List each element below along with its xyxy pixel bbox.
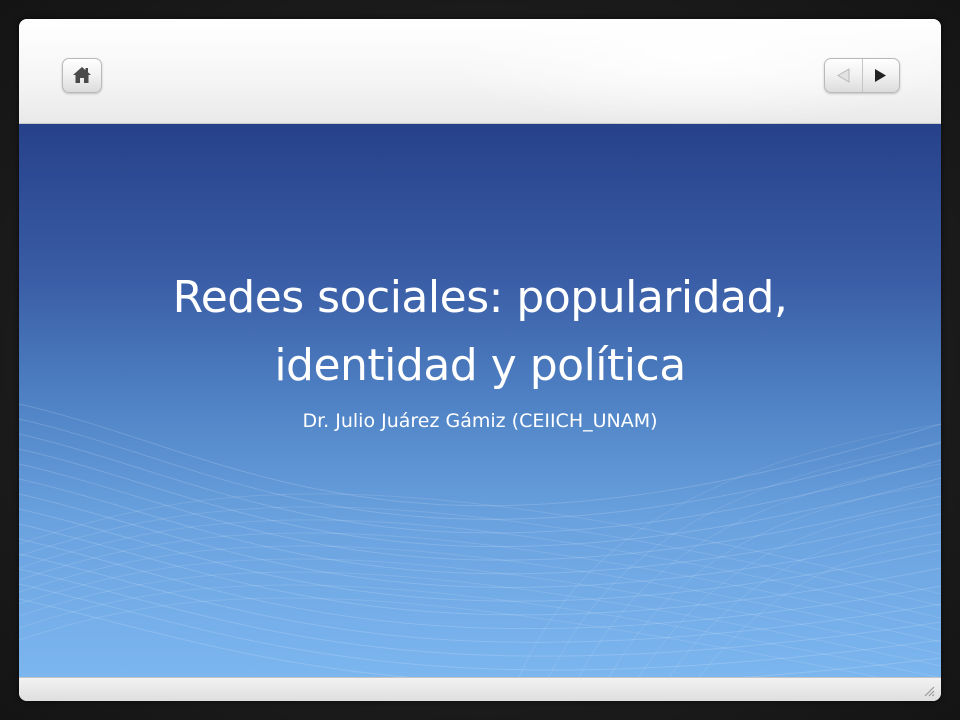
previous-slide-button[interactable]: [825, 59, 863, 92]
presentation-stage: Redes sociales: popularidad, identidad y…: [0, 0, 960, 720]
resize-grip-icon[interactable]: [923, 685, 935, 697]
slide-title-line-1: Redes sociales: popularidad,: [172, 272, 788, 323]
slide-footer-bar: [19, 677, 941, 701]
slide-subtitle: Dr. Julio Juárez Gámiz (CEIICH_UNAM): [302, 410, 658, 432]
slide-window: Redes sociales: popularidad, identidad y…: [19, 19, 941, 701]
home-icon: [73, 67, 91, 83]
triangle-left-icon: [837, 68, 850, 83]
next-slide-button[interactable]: [862, 59, 899, 92]
slide-content: Redes sociales: popularidad, identidad y…: [19, 124, 941, 677]
home-button[interactable]: [62, 58, 102, 93]
wave-background-decoration: [19, 403, 941, 677]
slide-header-bar: [19, 19, 941, 129]
slide-title: Redes sociales: popularidad, identidad y…: [59, 264, 901, 400]
slide-navigation: [824, 58, 900, 93]
triangle-right-icon: [875, 69, 886, 82]
slide-title-line-2: identidad y política: [274, 340, 686, 391]
